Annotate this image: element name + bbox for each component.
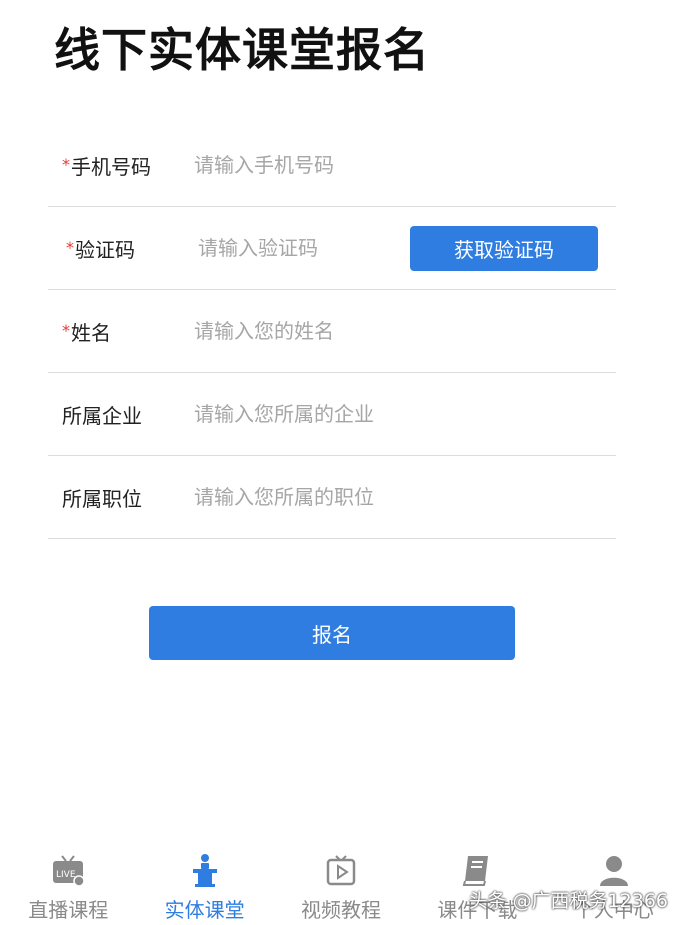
position-input[interactable] <box>180 485 616 509</box>
book-icon <box>459 852 495 888</box>
company-label: 所属企业 <box>48 400 180 429</box>
tab-offline-classroom[interactable]: 实体课堂 <box>136 840 272 925</box>
video-icon <box>323 852 359 888</box>
name-label-text: 姓名 <box>71 320 111 345</box>
phone-label-text: 手机号码 <box>71 154 151 179</box>
position-label: 所属职位 <box>48 483 180 512</box>
tab-live-courses[interactable]: LIVE 直播课程 <box>0 840 136 925</box>
watermark: 头条 @广西税务12366 <box>468 890 668 912</box>
name-row: *姓名 <box>48 290 616 373</box>
registration-form: *手机号码 *验证码 获取验证码 *姓名 所属企业 所属职位 <box>48 124 616 539</box>
tab-label: 视频教程 <box>301 898 382 922</box>
tab-video-tutorials[interactable]: 视频教程 <box>273 840 409 925</box>
get-code-button[interactable]: 获取验证码 <box>410 226 598 271</box>
verification-code-input[interactable] <box>180 236 390 260</box>
required-mark: * <box>66 237 74 257</box>
user-icon <box>596 852 632 888</box>
company-label-text: 所属企业 <box>62 403 142 428</box>
register-button[interactable]: 报名 <box>149 606 515 660</box>
required-mark: * <box>62 154 70 174</box>
verification-code-row: *验证码 获取验证码 <box>48 207 616 290</box>
company-row: 所属企业 <box>48 373 616 456</box>
lectern-icon <box>187 852 223 888</box>
company-input[interactable] <box>180 402 616 426</box>
page-title: 线下实体课堂报名 <box>54 23 430 77</box>
verification-code-label-text: 验证码 <box>75 237 135 262</box>
verification-code-label: *验证码 <box>48 234 180 263</box>
registration-page: 线下实体课堂报名 *手机号码 *验证码 获取验证码 *姓名 所属企业 所属职位 … <box>0 0 682 925</box>
svg-text:LIVE: LIVE <box>56 870 76 880</box>
tab-label: 实体课堂 <box>164 898 245 922</box>
position-label-text: 所属职位 <box>62 486 142 511</box>
live-tv-icon: LIVE <box>50 852 86 888</box>
position-row: 所属职位 <box>48 456 616 539</box>
required-mark: * <box>62 320 70 340</box>
phone-row: *手机号码 <box>48 124 616 207</box>
name-input[interactable] <box>180 319 616 343</box>
tab-label: 直播课程 <box>28 898 109 922</box>
name-label: *姓名 <box>48 317 180 346</box>
phone-input[interactable] <box>180 153 616 177</box>
phone-label: *手机号码 <box>48 151 180 180</box>
